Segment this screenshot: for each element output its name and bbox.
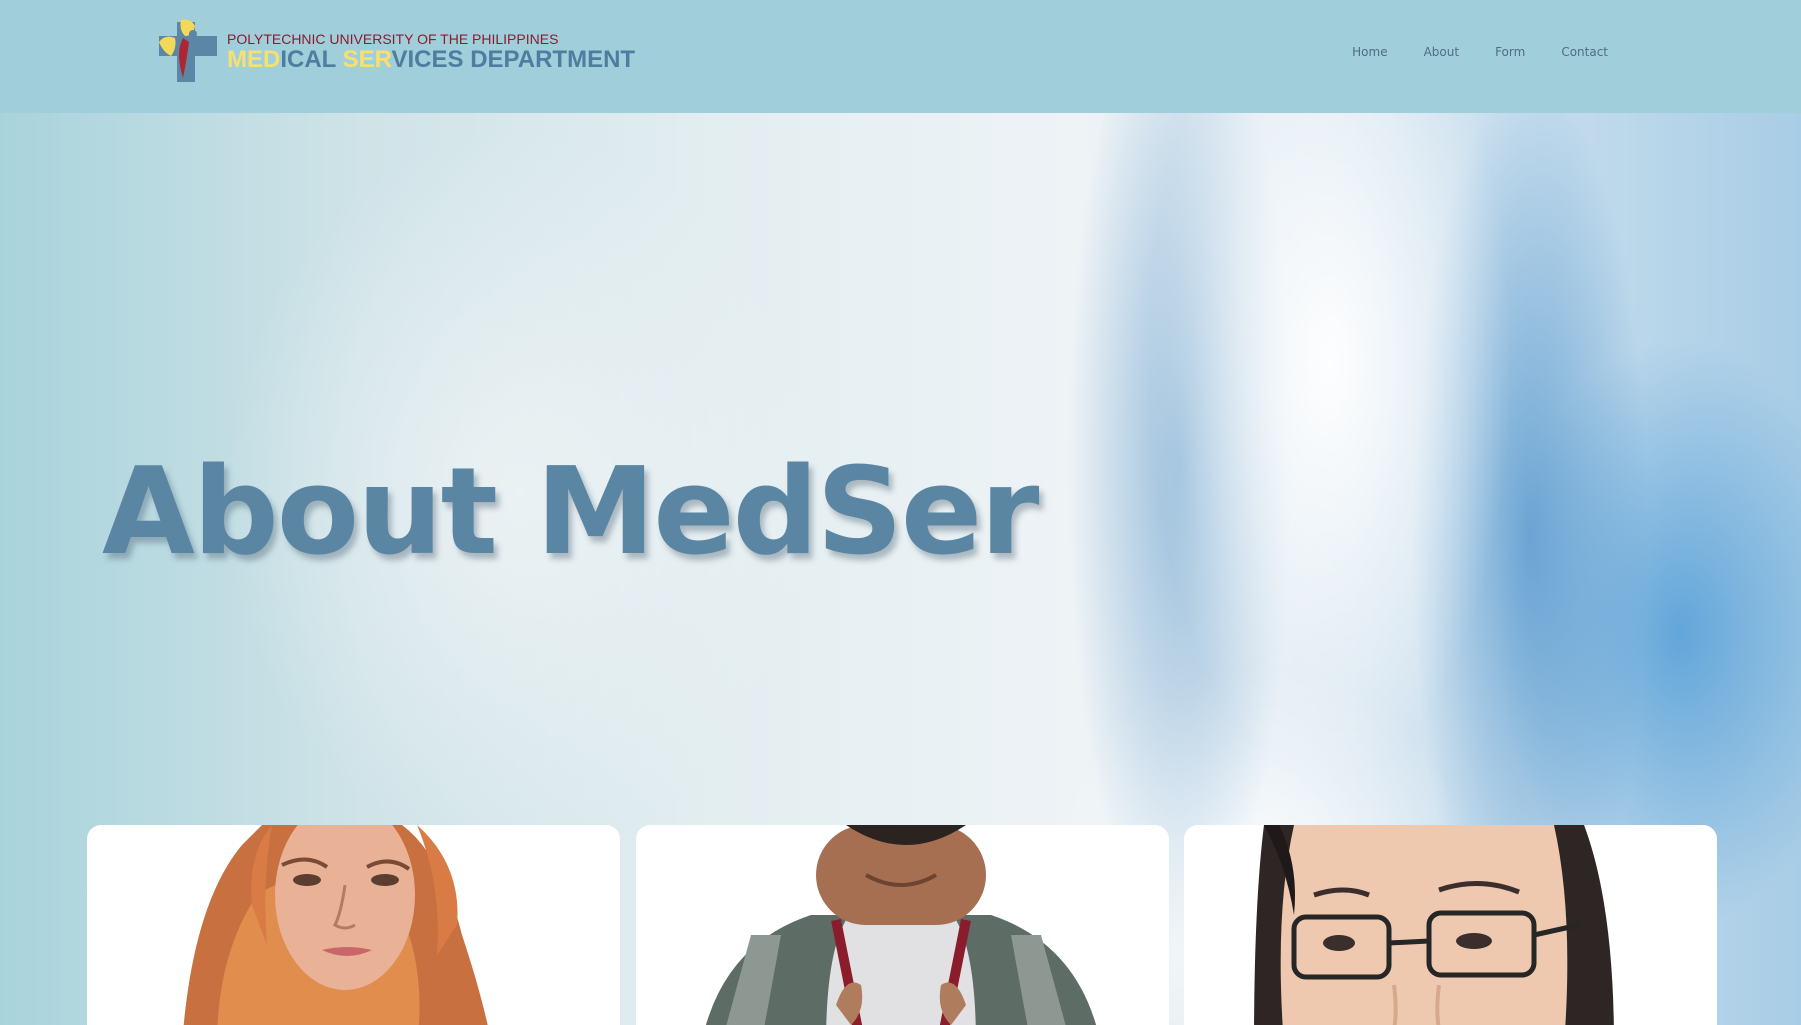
team-member-photo-1 — [183, 825, 488, 1025]
logo-department-name: MEDICAL SERVICES DEPARTMENT — [227, 46, 636, 73]
nav-contact-link[interactable]: Contact — [1561, 45, 1608, 59]
team-card-3[interactable] — [1184, 825, 1717, 1025]
team-card-1[interactable] — [87, 825, 620, 1025]
main-nav: Home About Form Contact — [1352, 45, 1608, 59]
medical-cross-logo-icon — [157, 18, 223, 86]
team-cards — [0, 113, 1801, 1025]
nav-home-link[interactable]: Home — [1352, 45, 1387, 59]
site-header: POLYTECHNIC UNIVERSITY OF THE PHILIPPINE… — [0, 0, 1801, 113]
nav-form-link[interactable]: Form — [1495, 45, 1525, 59]
hero-section: About MedSer — [0, 113, 1801, 1025]
site-logo[interactable]: POLYTECHNIC UNIVERSITY OF THE PHILIPPINE… — [157, 18, 635, 86]
nav-about-link[interactable]: About — [1424, 45, 1459, 59]
team-member-photo-3 — [1254, 825, 1614, 1025]
team-card-2[interactable] — [636, 825, 1169, 1025]
logo-university-name: POLYTECHNIC UNIVERSITY OF THE PHILIPPINE… — [227, 31, 559, 47]
team-member-photo-2 — [706, 825, 1096, 1025]
